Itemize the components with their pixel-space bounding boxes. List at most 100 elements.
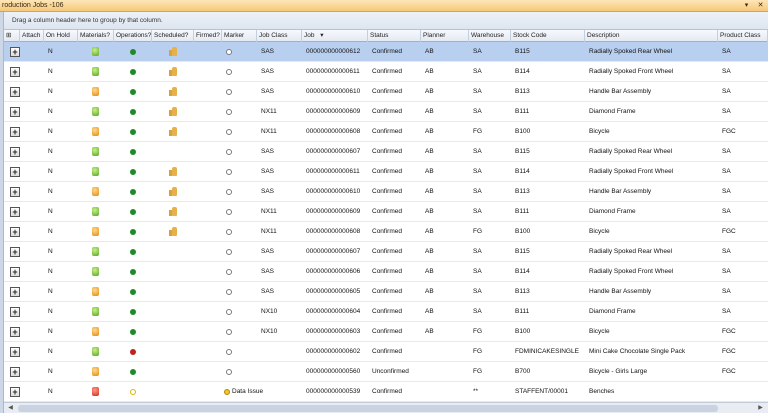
expand-row-icon[interactable]: + [10, 227, 20, 237]
operations-status-icon [130, 269, 136, 275]
column-header-job[interactable]: Job ▾ [302, 30, 368, 42]
scrollbar-thumb[interactable] [18, 405, 718, 412]
job-class-value [259, 362, 299, 382]
product-class-value: SA [722, 248, 731, 255]
status-value: Confirmed [372, 148, 402, 155]
job-class-value: SAS [261, 148, 275, 155]
expand-row-icon[interactable]: + [10, 307, 20, 317]
table-row[interactable]: + N SAS 000000000000607 Confirmed AB SA B115 Rad… [4, 142, 768, 162]
expand-row-icon[interactable]: + [10, 267, 20, 277]
column-header-expand[interactable]: ⊞ [4, 30, 20, 42]
expand-row-icon[interactable]: + [10, 47, 20, 57]
expand-row-icon[interactable]: + [10, 87, 20, 97]
column-header-stock-code[interactable]: Stock Code [511, 30, 585, 42]
expand-row-icon[interactable]: + [10, 107, 20, 117]
column-header-marker[interactable]: Marker [222, 30, 257, 42]
operations-status-icon [130, 209, 136, 215]
table-row[interactable]: + N SAS 000000000000612 Confirmed AB SA B115 Rad… [4, 42, 768, 62]
on-hold-value: N [48, 268, 53, 275]
expand-row-icon[interactable]: + [10, 147, 20, 157]
job-number: 000000000000606 [306, 268, 361, 275]
product-class-value: FGC [722, 328, 736, 335]
job-class-value: NX10 [261, 308, 278, 315]
firmed-empty-icon [226, 269, 232, 275]
minimize-button[interactable]: ▾ [742, 1, 751, 9]
group-by-area[interactable]: Drag a column header here to group by th… [4, 12, 768, 30]
column-header-scheduled[interactable]: Scheduled? [152, 30, 194, 42]
job-number: 000000000000611 [306, 168, 360, 175]
horizontal-scrollbar[interactable]: ◀ ▶ [4, 402, 768, 413]
column-header-planner[interactable]: Planner [421, 30, 469, 42]
table-row[interactable]: + N SAS 000000000000605 Confirmed AB SA B113 Han… [4, 282, 768, 302]
firmed-empty-icon [226, 69, 232, 75]
column-header-description[interactable]: Description [585, 30, 718, 42]
table-row[interactable]: + N NX10 000000000000603 Confirmed AB FG B100 Bi… [4, 322, 768, 342]
column-header-attach[interactable]: Attach [20, 30, 44, 42]
operations-status-icon [130, 249, 136, 255]
description-value: Radially Spoked Rear Wheel [589, 48, 673, 55]
expand-row-icon[interactable]: + [10, 127, 20, 137]
job-number: 000000000000607 [306, 248, 361, 255]
column-header-status[interactable]: Status [368, 30, 421, 42]
column-header-operations[interactable]: Operations? [114, 30, 152, 42]
status-value: Unconfirmed [372, 368, 409, 375]
column-header-firmed[interactable]: Firmed? [194, 30, 222, 42]
description-value: Mini Cake Chocolate Single Pack [589, 348, 686, 355]
table-row[interactable]: + N SAS 000000000000610 Confirmed AB SA B113 Han… [4, 82, 768, 102]
expand-row-icon[interactable]: + [10, 287, 20, 297]
table-row[interactable]: + N NX10 000000000000604 Confirmed AB SA B111 Di… [4, 302, 768, 322]
table-row[interactable]: + N NX11 000000000000608 Confirmed AB FG B100 Bi… [4, 222, 768, 242]
operations-status-icon [130, 349, 136, 355]
firmed-empty-icon [226, 249, 232, 255]
table-row[interactable]: + N 000000000000602 Confirmed FG FDMINICAKESI… [4, 342, 768, 362]
expand-row-icon[interactable]: + [10, 367, 20, 377]
warehouse-value: SA [473, 188, 482, 195]
table-row[interactable]: + N SAS 000000000000606 Confirmed AB SA B114 Rad… [4, 262, 768, 282]
stock-code-value: B113 [515, 288, 530, 295]
table-row[interactable]: + N SAS 000000000000611 Confirmed AB SA B114 Rad… [4, 62, 768, 82]
warehouse-value: SA [473, 68, 482, 75]
warehouse-value: SA [473, 268, 482, 275]
expand-row-icon[interactable]: + [10, 347, 20, 357]
table-row[interactable]: + N SAS 000000000000607 Confirmed AB SA B115 Rad… [4, 242, 768, 262]
expand-row-icon[interactable]: + [10, 67, 20, 77]
expand-row-icon[interactable]: + [10, 387, 20, 397]
job-class-value: SAS [261, 248, 275, 255]
table-row[interactable]: + N SAS 000000000000611 Confirmed AB SA B114 Rad… [4, 162, 768, 182]
table-row[interactable]: + N NX11 000000000000609 Confirmed AB SA B111 Di… [4, 102, 768, 122]
product-class-value: SA [722, 268, 731, 275]
table-row[interactable]: + N NX11 000000000000609 Confirmed AB SA B111 Di… [4, 202, 768, 222]
expand-row-icon[interactable]: + [10, 327, 20, 337]
planner-value: AB [425, 228, 434, 235]
scheduled-thumbs-up-icon [169, 87, 177, 96]
job-class-value: NX11 [261, 128, 277, 135]
on-hold-value: N [48, 148, 53, 155]
warehouse-value: FG [473, 328, 483, 335]
column-header-product-class[interactable]: Product Class [718, 30, 768, 42]
status-value: Confirmed [372, 388, 402, 395]
scheduled-thumbs-up-icon [169, 207, 177, 216]
close-button[interactable]: ✕ [756, 1, 765, 9]
column-header-on-hold[interactable]: On Hold [44, 30, 78, 42]
scroll-right-icon[interactable]: ▶ [756, 404, 765, 413]
firmed-empty-icon [226, 189, 232, 195]
column-header-materials[interactable]: Materials? [78, 30, 114, 42]
table-row[interactable]: + N Data Issue 000000000000539 Confirmed ** ST… [4, 382, 768, 402]
warehouse-value: SA [473, 168, 482, 175]
expand-row-icon[interactable]: + [10, 247, 20, 257]
scroll-left-icon[interactable]: ◀ [6, 404, 15, 413]
materials-status-icon [92, 107, 99, 116]
expand-row-icon[interactable]: + [10, 207, 20, 217]
warehouse-value: SA [473, 208, 482, 215]
table-row[interactable]: + N 000000000000560 Unconfirmed FG B700 Bicycl… [4, 362, 768, 382]
expand-row-icon[interactable]: + [10, 167, 20, 177]
planner-value: AB [425, 288, 434, 295]
table-row[interactable]: + N SAS 000000000000610 Confirmed AB SA B113 Han… [4, 182, 768, 202]
materials-status-icon [92, 347, 99, 356]
expand-row-icon[interactable]: + [10, 187, 20, 197]
column-header-warehouse[interactable]: Warehouse [469, 30, 511, 42]
table-row[interactable]: + N NX11 000000000000608 Confirmed AB FG B100 Bi… [4, 122, 768, 142]
job-number: 000000000000610 [306, 88, 361, 95]
description-value: Radially Spoked Front Wheel [589, 268, 674, 275]
column-header-job-class[interactable]: Job Class [257, 30, 302, 42]
